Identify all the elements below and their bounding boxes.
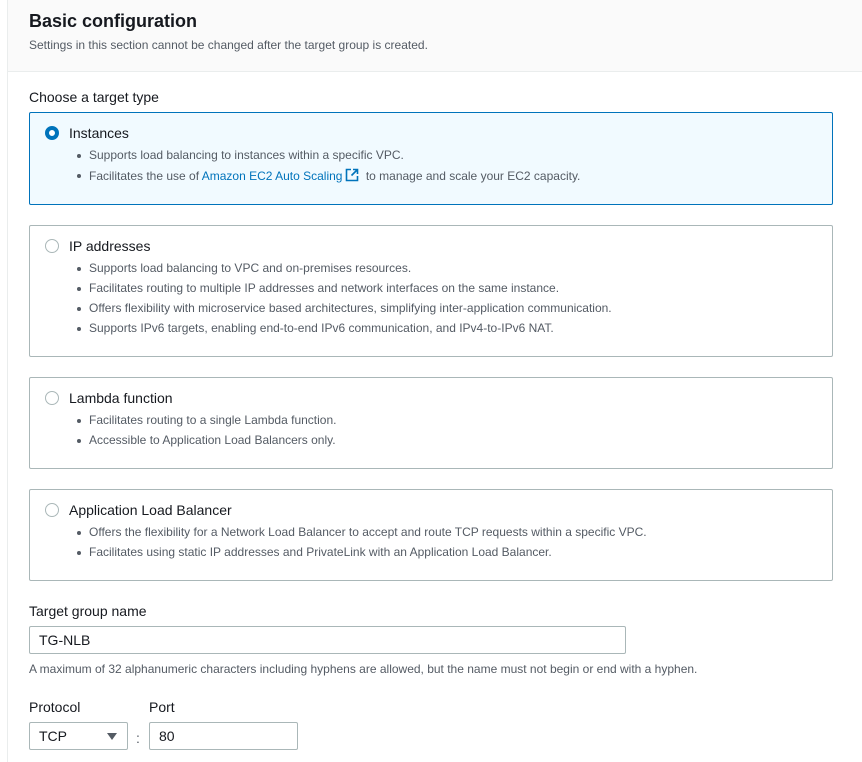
- list-item: Supports load balancing to VPC and on-pr…: [77, 261, 612, 281]
- list-item: Facilitates routing to multiple IP addre…: [77, 281, 612, 301]
- target-group-name-hint: A maximum of 32 alphanumeric characters …: [29, 662, 698, 676]
- protocol-select[interactable]: TCP: [29, 722, 128, 750]
- port-input[interactable]: 80: [149, 722, 298, 750]
- external-link-icon[interactable]: [345, 168, 359, 185]
- protocol-port-separator: :: [136, 730, 140, 746]
- ec2-auto-scaling-link[interactable]: Amazon EC2 Auto Scaling: [202, 169, 343, 183]
- port-label: Port: [149, 699, 175, 715]
- lambda-bullet-list: Facilitates routing to a single Lambda f…: [76, 413, 336, 453]
- panel-header: Basic configuration Settings in this sec…: [8, 0, 862, 72]
- bullet-text: to manage and scale your EC2 capacity.: [362, 169, 581, 183]
- alb-bullet-list: Offers the flexibility for a Network Loa…: [77, 525, 647, 565]
- target-type-instances-title: Instances: [69, 125, 129, 141]
- target-type-alb-title: Application Load Balancer: [69, 502, 232, 518]
- caret-down-icon: [107, 733, 117, 740]
- list-item: Offers flexibility with microservice bas…: [77, 301, 612, 321]
- ip-addresses-bullet-list: Supports load balancing to VPC and on-pr…: [77, 261, 612, 341]
- list-item: Supports IPv6 targets, enabling end-to-e…: [77, 321, 612, 341]
- list-item: Supports load balancing to instances wit…: [76, 148, 580, 168]
- protocol-value: TCP: [39, 728, 67, 744]
- panel-description: Settings in this section cannot be chang…: [29, 38, 428, 52]
- target-group-name-label: Target group name: [29, 603, 147, 619]
- target-type-label: Choose a target type: [29, 89, 159, 105]
- list-item: Facilitates routing to a single Lambda f…: [76, 413, 336, 433]
- target-type-ip-addresses-title: IP addresses: [69, 238, 151, 254]
- list-item: Facilitates the use of Amazon EC2 Auto S…: [76, 168, 581, 188]
- target-type-alb-tile[interactable]: Application Load Balancer Offers the fle…: [29, 489, 833, 581]
- bullet-text: Facilitates the use of: [89, 169, 202, 183]
- target-group-name-input[interactable]: TG-NLB: [29, 626, 626, 654]
- instances-bullet-list: Supports load balancing to instances wit…: [76, 148, 581, 188]
- radio-lambda-function[interactable]: [45, 391, 59, 405]
- target-type-lambda-tile[interactable]: Lambda function Facilitates routing to a…: [29, 377, 833, 469]
- radio-ip-addresses[interactable]: [45, 239, 59, 253]
- target-type-instances-tile[interactable]: Instances Supports load balancing to ins…: [29, 112, 833, 205]
- target-type-ip-addresses-tile[interactable]: IP addresses Supports load balancing to …: [29, 225, 833, 357]
- list-item: Offers the flexibility for a Network Loa…: [77, 525, 647, 545]
- panel-title: Basic configuration: [29, 11, 198, 31]
- target-type-lambda-title: Lambda function: [69, 390, 173, 406]
- basic-configuration-panel: Basic configuration Settings in this sec…: [7, 0, 862, 762]
- list-item: Accessible to Application Load Balancers…: [76, 433, 336, 453]
- protocol-label: Protocol: [29, 699, 81, 715]
- list-item: Facilitates using static IP addresses an…: [77, 545, 647, 565]
- radio-application-load-balancer[interactable]: [45, 503, 59, 517]
- radio-instances[interactable]: [45, 126, 59, 140]
